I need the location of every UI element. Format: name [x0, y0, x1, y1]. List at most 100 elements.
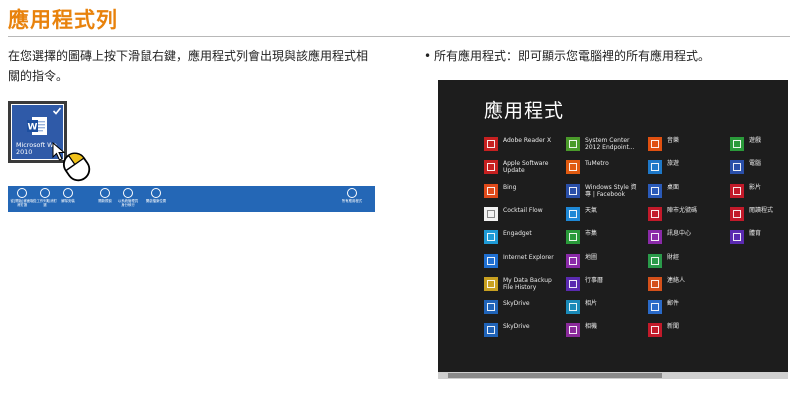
app-label: 旅遊 — [667, 160, 680, 167]
app-label: 財經 — [667, 254, 680, 261]
icon-glyph — [569, 257, 577, 265]
svg-text:W: W — [28, 123, 38, 133]
app-label: Bing — [503, 184, 517, 191]
app-label: TuMetro — [585, 160, 609, 167]
app-item[interactable]: 郵件 — [648, 300, 728, 318]
app-label: 行事曆 — [585, 277, 604, 284]
app-item[interactable]: System Center 2012 Endpoint... — [566, 137, 646, 155]
icon-glyph — [487, 257, 495, 265]
app-item[interactable]: Apple Software Update — [484, 160, 564, 178]
app-item[interactable]: 地圖 — [566, 254, 646, 272]
title-divider — [8, 36, 790, 37]
icon-glyph — [487, 140, 495, 148]
icon-glyph — [651, 326, 659, 334]
appbar-button-label: 所有應用程式 — [341, 199, 363, 203]
bing-icon — [484, 184, 498, 198]
icon-glyph — [569, 187, 577, 195]
scrollbar-thumb[interactable] — [448, 373, 662, 378]
app-item[interactable]: SkyDrive — [484, 323, 564, 341]
mouse-right-click-icon — [52, 141, 91, 182]
calendar-icon — [566, 277, 580, 291]
icon-glyph — [651, 140, 659, 148]
app-item[interactable]: 影片 — [730, 184, 800, 202]
icon-glyph — [651, 303, 659, 311]
app-item[interactable]: 天氣 — [566, 207, 646, 225]
backup-icon — [484, 277, 498, 291]
app-item[interactable]: 音樂 — [648, 137, 728, 155]
app-label: 音樂 — [667, 137, 680, 144]
app-label: 影片 — [749, 184, 762, 191]
app-item[interactable]: 訊息中心 — [648, 230, 728, 248]
icon-glyph — [651, 257, 659, 265]
right-description: • 所有應用程式：即可顯示您電腦裡的所有應用程式。 — [424, 46, 710, 66]
app-item[interactable]: Adobe Reader X — [484, 137, 564, 155]
app-label: 新聞 — [667, 323, 680, 330]
app-item[interactable]: My Data Backup File History — [484, 277, 564, 295]
maps-icon — [566, 254, 580, 268]
app-label: My Data Backup File History — [503, 277, 552, 291]
app-label: 相機 — [585, 323, 598, 330]
camera-icon — [566, 323, 580, 337]
app-label: 體育 — [749, 230, 762, 237]
games-icon — [730, 137, 744, 151]
app-item[interactable]: 市集 — [566, 230, 646, 248]
app-item[interactable]: Engadget — [484, 230, 564, 248]
video-icon — [648, 207, 662, 221]
app-label: Windows Style 資 專 | Facebook — [585, 184, 637, 198]
appbar-button-all-apps[interactable]: 所有應用程式 — [338, 188, 366, 203]
app-item[interactable]: Windows Style 資 專 | Facebook — [566, 184, 646, 202]
admin-icon — [123, 188, 133, 198]
skydrive-icon — [484, 323, 498, 337]
appbar-button-uninstall[interactable]: 解除安裝 — [54, 188, 82, 203]
icon-glyph — [733, 187, 741, 195]
app-item[interactable]: SkyDrive — [484, 300, 564, 318]
reader-icon — [730, 207, 744, 221]
app-item[interactable]: 財經 — [648, 254, 728, 272]
bullet: • — [424, 49, 432, 63]
app-item[interactable]: 旅遊 — [648, 160, 728, 178]
app-item[interactable]: Bing — [484, 184, 564, 202]
app-item[interactable]: 陣市尤號碼 — [648, 207, 728, 225]
icon-glyph — [487, 163, 495, 171]
cocktail-icon — [484, 207, 498, 221]
icon-glyph — [487, 187, 495, 195]
appbar-button-admin[interactable]: 以系統管理員 身分執行 — [114, 188, 142, 207]
app-item[interactable]: Cocktail Flow — [484, 207, 564, 225]
app-item[interactable]: Internet Explorer — [484, 254, 564, 272]
icon-glyph — [651, 210, 659, 218]
icon-glyph — [569, 233, 577, 241]
app-item[interactable]: 相片 — [566, 300, 646, 318]
app-item[interactable]: 桌面 — [648, 184, 728, 202]
app-label: System Center 2012 Endpoint... — [585, 137, 635, 151]
app-item[interactable]: 行事曆 — [566, 277, 646, 295]
app-item[interactable]: TuMetro — [566, 160, 646, 178]
desktop-icon — [648, 184, 662, 198]
app-item[interactable]: 新聞 — [648, 323, 728, 341]
app-label: 連絡人 — [667, 277, 686, 284]
page-title: 應用程式列 — [8, 8, 118, 32]
icon-glyph — [733, 233, 741, 241]
app-item[interactable]: 相機 — [566, 323, 646, 341]
screen-title: 應用程式 — [484, 100, 565, 122]
icon-glyph — [733, 163, 741, 171]
app-item[interactable]: 體育 — [730, 230, 800, 248]
horizontal-scrollbar[interactable] — [438, 372, 788, 379]
weather-icon — [566, 207, 580, 221]
app-item[interactable]: 電腦 — [730, 160, 800, 178]
finance-icon — [648, 254, 662, 268]
app-item[interactable]: 閱讀程式 — [730, 207, 800, 225]
icon-glyph — [487, 210, 495, 218]
app-label: 相片 — [585, 300, 598, 307]
all-apps-screen: 應用程式 Adobe Reader X Apple Software Update… — [438, 80, 788, 379]
app-label: Internet Explorer — [503, 254, 554, 261]
icon-glyph — [569, 280, 577, 288]
icon-glyph — [733, 210, 741, 218]
app-label: 地圖 — [585, 254, 598, 261]
icon-glyph — [487, 233, 495, 241]
app-item[interactable]: 遊戲 — [730, 137, 800, 155]
app-label: Adobe Reader X — [503, 137, 552, 144]
computer-icon — [730, 160, 744, 174]
app-label: Cocktail Flow — [503, 207, 543, 214]
app-item[interactable]: 連絡人 — [648, 277, 728, 295]
appbar-button-folder[interactable]: 開啟檔案位置 — [142, 188, 170, 203]
